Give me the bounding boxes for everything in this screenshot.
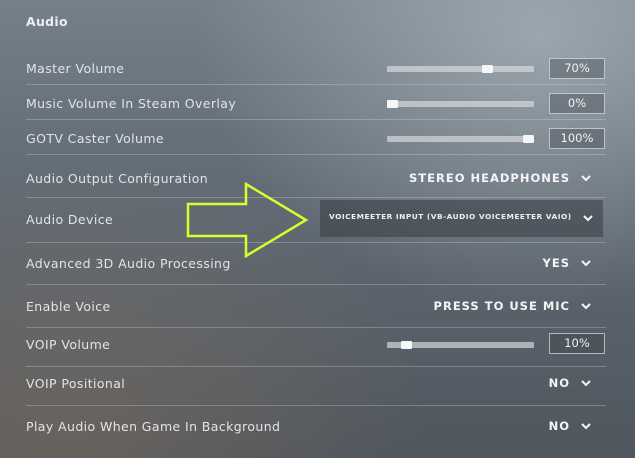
setting-row-play-in-background: Play Audio When Game In Background NO bbox=[26, 412, 606, 448]
setting-row-advanced-3d: Advanced 3D Audio Processing YES bbox=[26, 248, 606, 285]
setting-label: VOIP Volume bbox=[26, 337, 111, 352]
music-volume-slider[interactable] bbox=[387, 100, 534, 108]
output-config-dropdown[interactable]: STEREO HEADPHONES bbox=[409, 171, 592, 185]
dropdown-value: PRESS TO USE MIC bbox=[433, 299, 570, 313]
voip-positional-dropdown[interactable]: NO bbox=[549, 376, 592, 390]
setting-label: VOIP Positional bbox=[26, 376, 126, 391]
setting-label: Audio Output Configuration bbox=[26, 171, 209, 186]
audio-device-dropdown[interactable]: VOICEMEETER INPUT (VB-AUDIO VOICEMEETER … bbox=[320, 200, 603, 237]
slider-thumb[interactable] bbox=[400, 341, 412, 349]
slider-thumb[interactable] bbox=[387, 100, 398, 108]
chevron-down-icon bbox=[583, 215, 593, 222]
chevron-down-icon bbox=[581, 380, 591, 387]
setting-row-enable-voice: Enable Voice PRESS TO USE MIC bbox=[26, 291, 606, 328]
setting-row-audio-device: Audio Device VOICEMEETER INPUT (VB-AUDIO… bbox=[26, 199, 606, 243]
chevron-down-icon bbox=[581, 260, 591, 267]
advanced-3d-dropdown[interactable]: YES bbox=[543, 256, 592, 270]
gotv-volume-value-field[interactable]: 100% bbox=[549, 128, 605, 149]
chevron-down-icon bbox=[581, 423, 591, 430]
setting-row-voip-positional: VOIP Positional NO bbox=[26, 369, 606, 406]
gotv-volume-slider[interactable] bbox=[387, 135, 534, 143]
setting-label: Music Volume In Steam Overlay bbox=[26, 96, 237, 111]
setting-row-master-volume: Master Volume 70% bbox=[26, 56, 606, 85]
chevron-down-icon bbox=[581, 175, 591, 182]
setting-label: GOTV Caster Volume bbox=[26, 131, 164, 146]
setting-row-gotv-volume: GOTV Caster Volume 100% bbox=[26, 126, 606, 155]
dropdown-value: VOICEMEETER INPUT (VB-AUDIO VOICEMEETER … bbox=[329, 212, 572, 221]
dropdown-value: NO bbox=[548, 419, 570, 433]
master-volume-value-field[interactable]: 70% bbox=[549, 58, 605, 79]
dropdown-value: NO bbox=[548, 376, 570, 390]
setting-label: Master Volume bbox=[26, 61, 125, 76]
chevron-down-icon bbox=[581, 303, 591, 310]
setting-label: Play Audio When Game In Background bbox=[26, 419, 281, 434]
setting-row-music-volume: Music Volume In Steam Overlay 0% bbox=[26, 91, 606, 120]
arrow-right-icon bbox=[186, 182, 309, 258]
setting-row-output-config: Audio Output Configuration STEREO HEADPH… bbox=[26, 163, 606, 198]
play-in-background-dropdown[interactable]: NO bbox=[549, 419, 592, 433]
voip-volume-value-field[interactable]: 10% bbox=[549, 333, 605, 354]
dropdown-value: STEREO HEADPHONES bbox=[409, 171, 570, 185]
setting-label: Enable Voice bbox=[26, 299, 111, 314]
slider-thumb[interactable] bbox=[523, 135, 534, 143]
setting-label: Audio Device bbox=[26, 212, 114, 227]
enable-voice-dropdown[interactable]: PRESS TO USE MIC bbox=[434, 299, 592, 313]
master-volume-slider[interactable] bbox=[387, 65, 534, 73]
music-volume-value-field[interactable]: 0% bbox=[549, 93, 605, 114]
dropdown-value: YES bbox=[542, 256, 570, 270]
slider-thumb[interactable] bbox=[482, 65, 494, 73]
setting-row-voip-volume: VOIP Volume 10% bbox=[26, 330, 606, 367]
setting-label: Advanced 3D Audio Processing bbox=[26, 256, 231, 271]
voip-volume-slider[interactable] bbox=[387, 341, 534, 349]
section-title: Audio bbox=[26, 14, 68, 29]
